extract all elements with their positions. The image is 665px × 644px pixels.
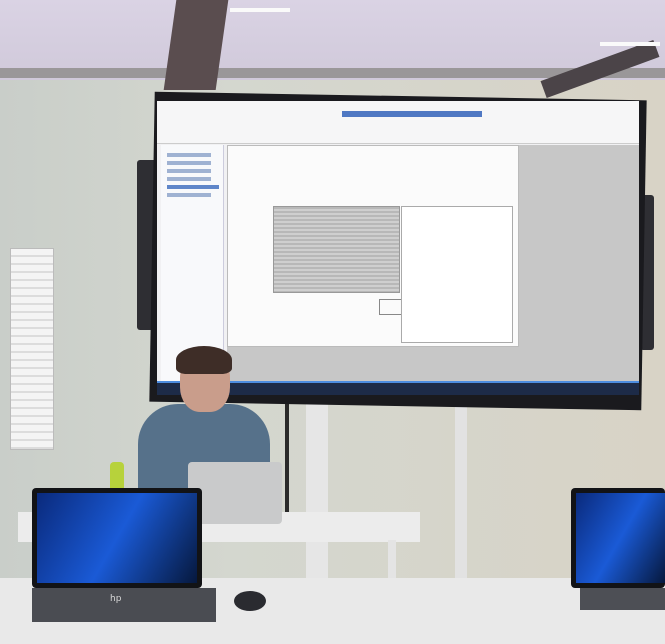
ceiling-light-right (600, 42, 660, 46)
app-title-bar (342, 111, 482, 117)
nav-item (167, 161, 211, 165)
nav-item-selected (167, 185, 219, 189)
presenter-hair (176, 346, 232, 374)
cable (285, 400, 289, 520)
laptop-left-screen (37, 493, 197, 583)
laptop-left-keyboard (32, 588, 216, 622)
data-grid (273, 206, 403, 315)
nav-item (167, 177, 211, 181)
hp-logo: hp (110, 594, 122, 604)
nav-item (167, 169, 211, 173)
table-leg (388, 540, 396, 580)
laptop-right (571, 488, 665, 588)
popup-dialog (379, 299, 403, 315)
computer-mouse (234, 591, 266, 611)
screen-stand-right (455, 398, 467, 578)
nav-item (167, 153, 211, 157)
screen-stand (306, 398, 328, 578)
form-window (227, 145, 519, 347)
display-screen (157, 101, 639, 381)
laptop-left (32, 488, 202, 588)
document-area (227, 145, 639, 381)
window-blind (10, 248, 54, 450)
app-ribbon (157, 101, 639, 144)
nav-item (167, 193, 211, 197)
laptop-right-screen (576, 493, 665, 583)
navigation-pane (161, 145, 224, 381)
laptop-right-keyboard (580, 588, 665, 610)
ceiling-light (230, 8, 290, 12)
list-panel (401, 206, 513, 343)
presenter-laptop (188, 462, 282, 524)
